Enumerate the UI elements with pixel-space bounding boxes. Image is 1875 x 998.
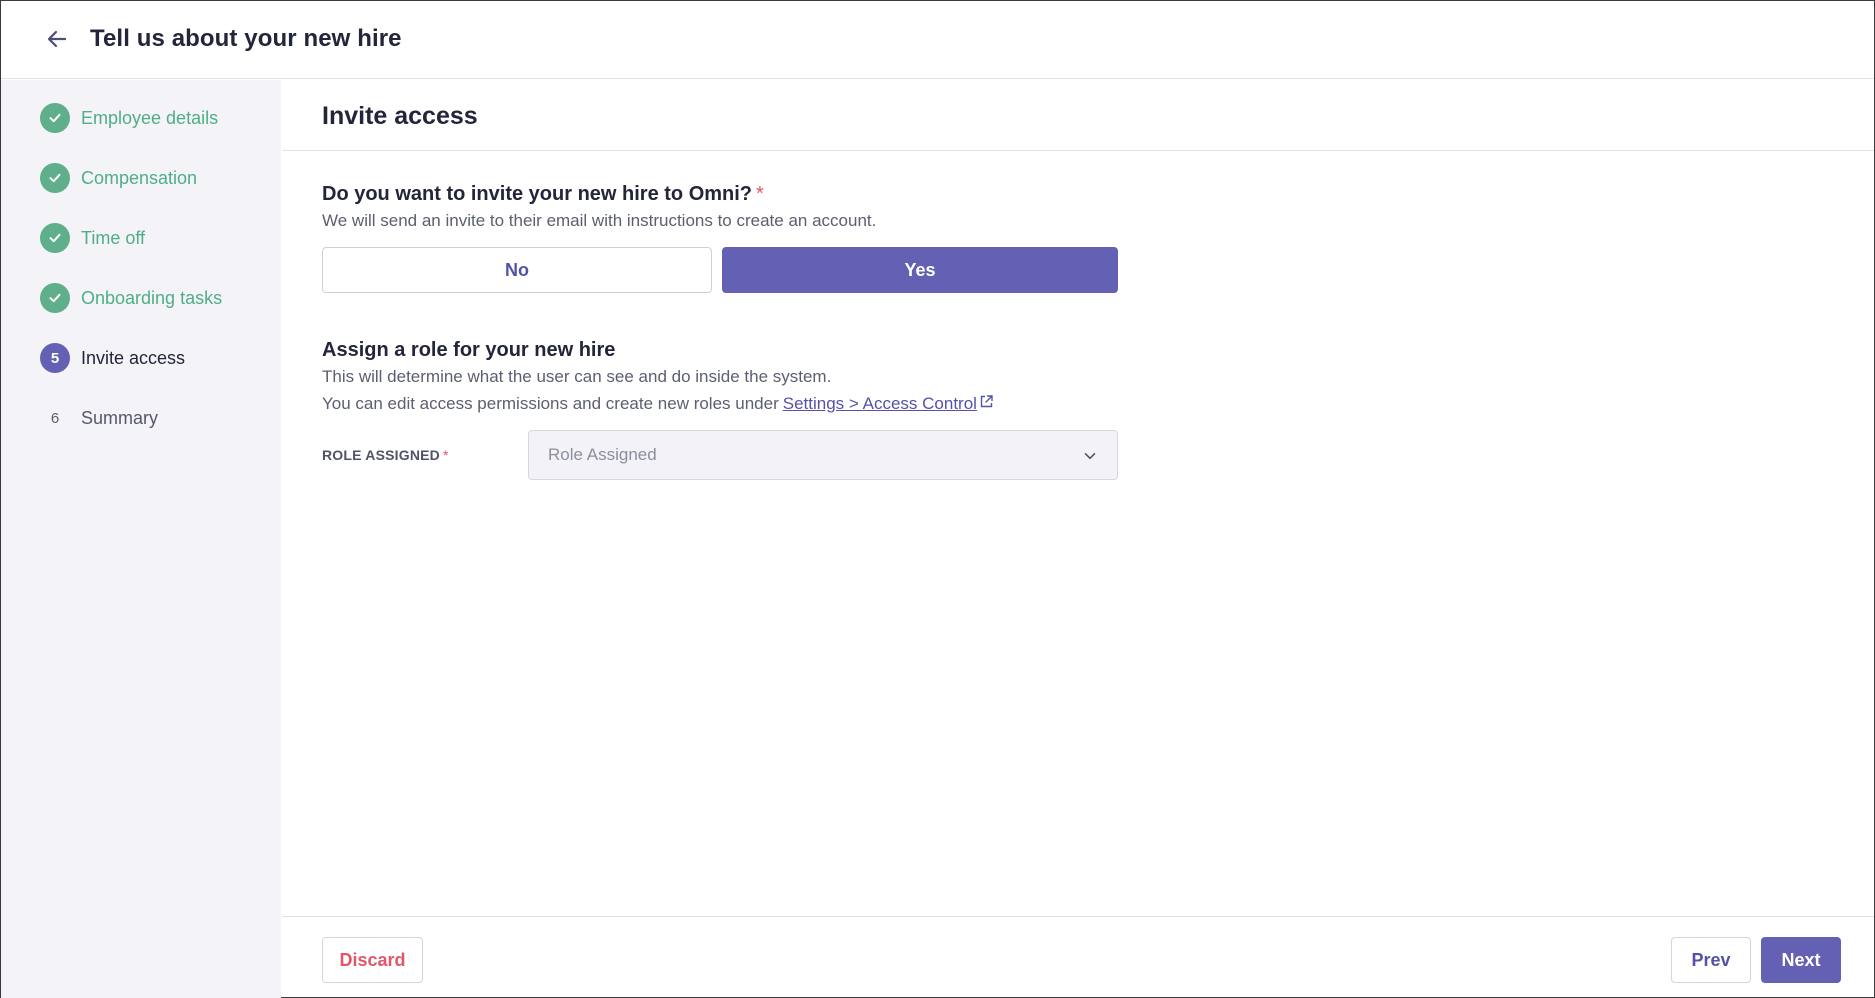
page-header: Tell us about your new hire xyxy=(1,1,1874,79)
role-select-placeholder: Role Assigned xyxy=(548,445,657,464)
footer-divider xyxy=(282,916,1874,917)
step-label: Summary xyxy=(81,407,159,428)
role-assigned-select[interactable]: Role Assigned xyxy=(528,430,1118,480)
chevron-down-icon xyxy=(1084,453,1096,460)
section-divider xyxy=(282,150,1874,151)
step-done-marker xyxy=(40,283,70,313)
step-done-marker xyxy=(40,103,70,133)
step-compensation[interactable]: Compensation xyxy=(40,162,197,194)
role-field-label: ROLE ASSIGNED * xyxy=(322,447,449,463)
app-window: Tell us about your new hire Employee det… xyxy=(0,0,1875,998)
step-label: Time off xyxy=(81,227,146,248)
step-done-marker xyxy=(40,223,70,253)
step-employee-details[interactable]: Employee details xyxy=(40,102,218,134)
discard-button[interactable]: Discard xyxy=(322,937,423,983)
step-summary[interactable]: 6 Summary xyxy=(40,402,158,434)
next-button[interactable]: Next xyxy=(1761,937,1841,983)
step-number-badge: 6 xyxy=(50,409,60,427)
page-title: Tell us about your new hire xyxy=(90,25,402,52)
steps-sidebar: Employee details Compensation Time off O… xyxy=(1,80,281,998)
step-done-marker xyxy=(40,163,70,193)
back-button[interactable] xyxy=(41,23,73,55)
arrow-left-icon xyxy=(47,30,67,48)
external-link-icon xyxy=(980,395,993,408)
check-icon xyxy=(49,233,61,243)
step-label: Invite access xyxy=(81,347,186,368)
step-label: Compensation xyxy=(81,167,198,188)
section-title: Invite access xyxy=(322,102,478,130)
check-icon xyxy=(49,113,61,123)
invite-description: We will send an invite to their email wi… xyxy=(322,211,877,230)
role-field-label-text: ROLE ASSIGNED xyxy=(322,447,440,463)
invite-question: Do you want to invite your new hire to O… xyxy=(322,183,764,206)
required-asterisk: * xyxy=(442,447,449,463)
role-question: Assign a role for your new hire xyxy=(322,339,616,361)
check-icon xyxy=(49,293,61,303)
invite-no-button[interactable]: No xyxy=(322,247,712,293)
role-permissions-note: You can edit access permissions and crea… xyxy=(322,394,994,414)
required-asterisk: * xyxy=(756,183,764,205)
step-onboarding-tasks[interactable]: Onboarding tasks xyxy=(40,282,222,314)
invite-yes-button[interactable]: Yes xyxy=(722,247,1118,293)
step-invite-access[interactable]: 5 Invite access xyxy=(40,342,185,374)
step-label: Onboarding tasks xyxy=(81,287,223,308)
role-permissions-text: You can edit access permissions and crea… xyxy=(322,394,779,413)
check-icon xyxy=(49,173,61,183)
role-description: This will determine what the user can se… xyxy=(322,367,832,386)
step-label: Employee details xyxy=(81,107,219,128)
step-time-off[interactable]: Time off xyxy=(40,222,145,254)
step-number-badge: 5 xyxy=(40,343,70,373)
settings-access-control-link[interactable]: Settings > Access Control xyxy=(783,394,977,414)
invite-question-text: Do you want to invite your new hire to O… xyxy=(322,183,753,205)
prev-button[interactable]: Prev xyxy=(1671,937,1751,983)
